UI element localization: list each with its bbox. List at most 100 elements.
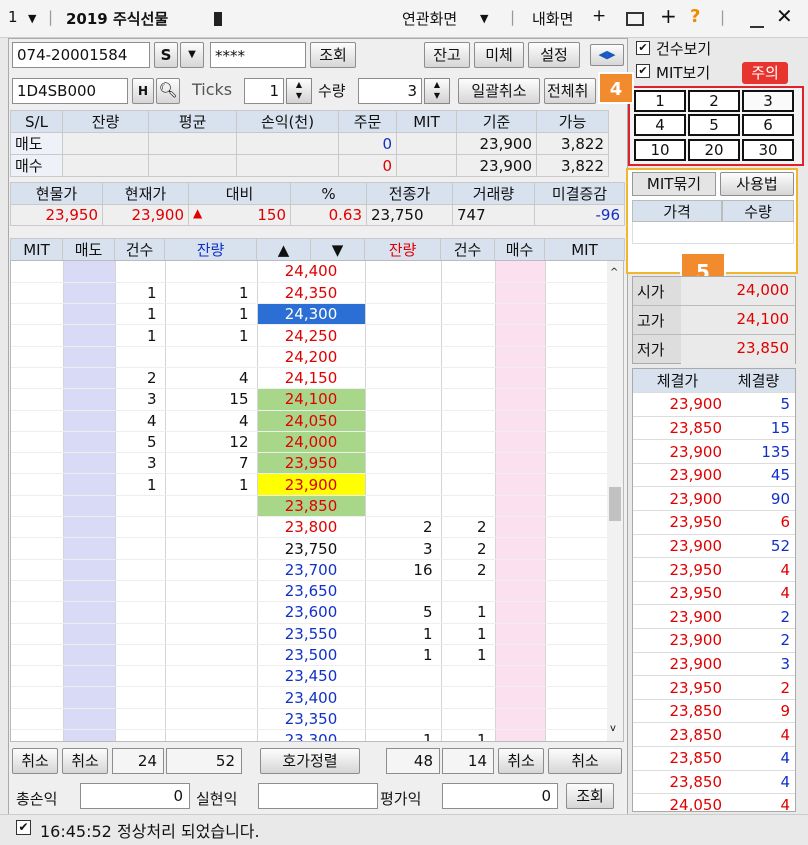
qty-stepper[interactable]: ▲ ▼ [424,78,450,104]
cancel-all-2-button[interactable]: 전체취 [544,78,596,104]
price-cell[interactable]: 23,500 [257,644,366,667]
ask-order-cell[interactable] [63,261,116,283]
ask-order-cell[interactable] [63,431,116,454]
mit-ask-cell[interactable] [11,324,64,347]
add-icon[interactable]: + [592,6,606,26]
price-cell[interactable]: 23,400 [257,686,366,709]
scroll-up-icon[interactable]: ^ [610,267,618,278]
mit-ask-cell[interactable] [11,388,64,411]
mit-ask-cell[interactable] [11,516,64,539]
mit-ask-cell[interactable] [11,729,64,741]
mit-bid-cell[interactable] [545,367,608,390]
s-button[interactable]: S [154,42,178,68]
bid-order-cell[interactable] [495,452,546,475]
price-cell[interactable]: 23,800 [257,516,366,539]
table-row[interactable]: 1 1 24,350 [11,282,608,305]
quick-qty-button[interactable]: 10 [634,139,686,161]
mit-bid-cell[interactable] [545,324,608,347]
mit-ask-cell[interactable] [11,452,64,475]
plus-icon[interactable]: + [660,4,677,28]
cancel-bid-button[interactable]: 취소 [498,748,544,774]
code-field[interactable]: 1D4SB000 [12,78,128,104]
cancel-ask-button[interactable]: 취소 [62,748,108,774]
mit-ask-cell[interactable] [11,282,64,305]
table-row[interactable]: 23,650 [11,580,608,603]
quick-qty-button[interactable]: 4 [634,114,686,136]
cancel-all-button[interactable]: 일괄취소 [458,78,540,104]
mit-view-checkbox[interactable]: ✔ [636,64,650,78]
ask-order-cell[interactable] [63,601,116,624]
mit-bid-cell[interactable] [545,537,608,560]
mit-ask-cell[interactable] [11,601,64,624]
mit-bid-cell[interactable] [545,282,608,305]
mit-bid-cell[interactable] [545,261,608,283]
pin-icon[interactable] [214,12,222,26]
mit-bid-cell[interactable] [545,431,608,454]
bid-order-cell[interactable] [495,282,546,305]
table-row[interactable]: 3 7 23,950 [11,452,608,475]
mit-ask-cell[interactable] [11,537,64,560]
mit-bid-cell[interactable] [545,729,608,741]
mit-bid-cell[interactable] [545,495,608,518]
bid-order-cell[interactable] [495,580,546,603]
table-row[interactable]: 23,600 5 1 [11,601,608,624]
account-dropdown[interactable]: ▼ [180,42,204,68]
mit-ask-cell[interactable] [11,431,64,454]
bid-order-cell[interactable] [495,261,546,283]
ask-order-cell[interactable] [63,686,116,709]
mit-ask-cell[interactable] [11,708,64,731]
balance-button[interactable]: 잔고 [424,42,470,68]
screen-icon[interactable] [626,12,644,26]
cancel-mit-bid-button[interactable]: 취소 [548,748,622,774]
ask-order-cell[interactable] [63,644,116,667]
sort-up-icon[interactable]: ▲ [256,238,311,261]
mit-bid-cell[interactable] [545,665,608,688]
sort-quotes-button[interactable]: 호가정렬 [260,748,360,774]
bid-order-cell[interactable] [495,303,546,326]
price-cell[interactable]: 23,650 [257,580,366,603]
bid-order-cell[interactable] [495,431,546,454]
mit-ask-cell[interactable] [11,644,64,667]
ask-order-cell[interactable] [63,346,116,368]
bid-order-cell[interactable] [495,367,546,390]
mit-bid-cell[interactable] [545,708,608,731]
bid-order-cell[interactable] [495,708,546,731]
password-field[interactable]: **** [210,42,306,68]
ticks-input[interactable]: 1 [244,78,284,104]
table-row[interactable]: 23,350 [11,708,608,731]
mit-ask-cell[interactable] [11,623,64,645]
h-button[interactable]: H [132,78,154,104]
ask-order-cell[interactable] [63,452,116,475]
quick-qty-button[interactable]: 6 [742,114,794,136]
ask-order-cell[interactable] [63,495,116,518]
price-cell[interactable]: 23,600 [257,601,366,624]
mit-bid-cell[interactable] [545,601,608,624]
orders-cell[interactable]: 0 [338,132,397,155]
price-cell[interactable]: 23,300 [257,729,366,741]
settings-button[interactable]: 설정 [528,42,580,68]
orders-cell[interactable]: 0 [338,154,397,177]
price-cell[interactable]: 23,950 [257,452,366,475]
table-row[interactable]: 23,550 1 1 [11,623,608,645]
help-icon[interactable]: ? [690,6,700,27]
ask-order-cell[interactable] [63,559,116,581]
mit-bid-cell[interactable] [545,452,608,475]
bid-order-cell[interactable] [495,559,546,581]
account-field[interactable]: 074-20001584 [12,42,150,68]
price-cell[interactable]: 24,300 [257,303,366,326]
expand-icon[interactable]: ◀▶ [590,44,624,66]
tab-mit-group[interactable]: MIT묶기 [632,172,716,196]
table-row[interactable]: 23,700 16 2 [11,559,608,581]
bid-order-cell[interactable] [495,623,546,645]
ask-order-cell[interactable] [63,729,116,741]
ask-order-cell[interactable] [63,537,116,560]
status-check-icon[interactable]: ✔ [16,820,31,835]
mit-bid-cell[interactable] [545,644,608,667]
bid-order-cell[interactable] [495,495,546,518]
price-cell[interactable]: 24,250 [257,324,366,347]
ask-order-cell[interactable] [63,665,116,688]
ask-order-cell[interactable] [63,410,116,432]
order-book-scrollbar[interactable]: ^ v [607,261,623,741]
mit-ask-cell[interactable] [11,410,64,432]
inquiry-button[interactable]: 조회 [310,42,356,68]
